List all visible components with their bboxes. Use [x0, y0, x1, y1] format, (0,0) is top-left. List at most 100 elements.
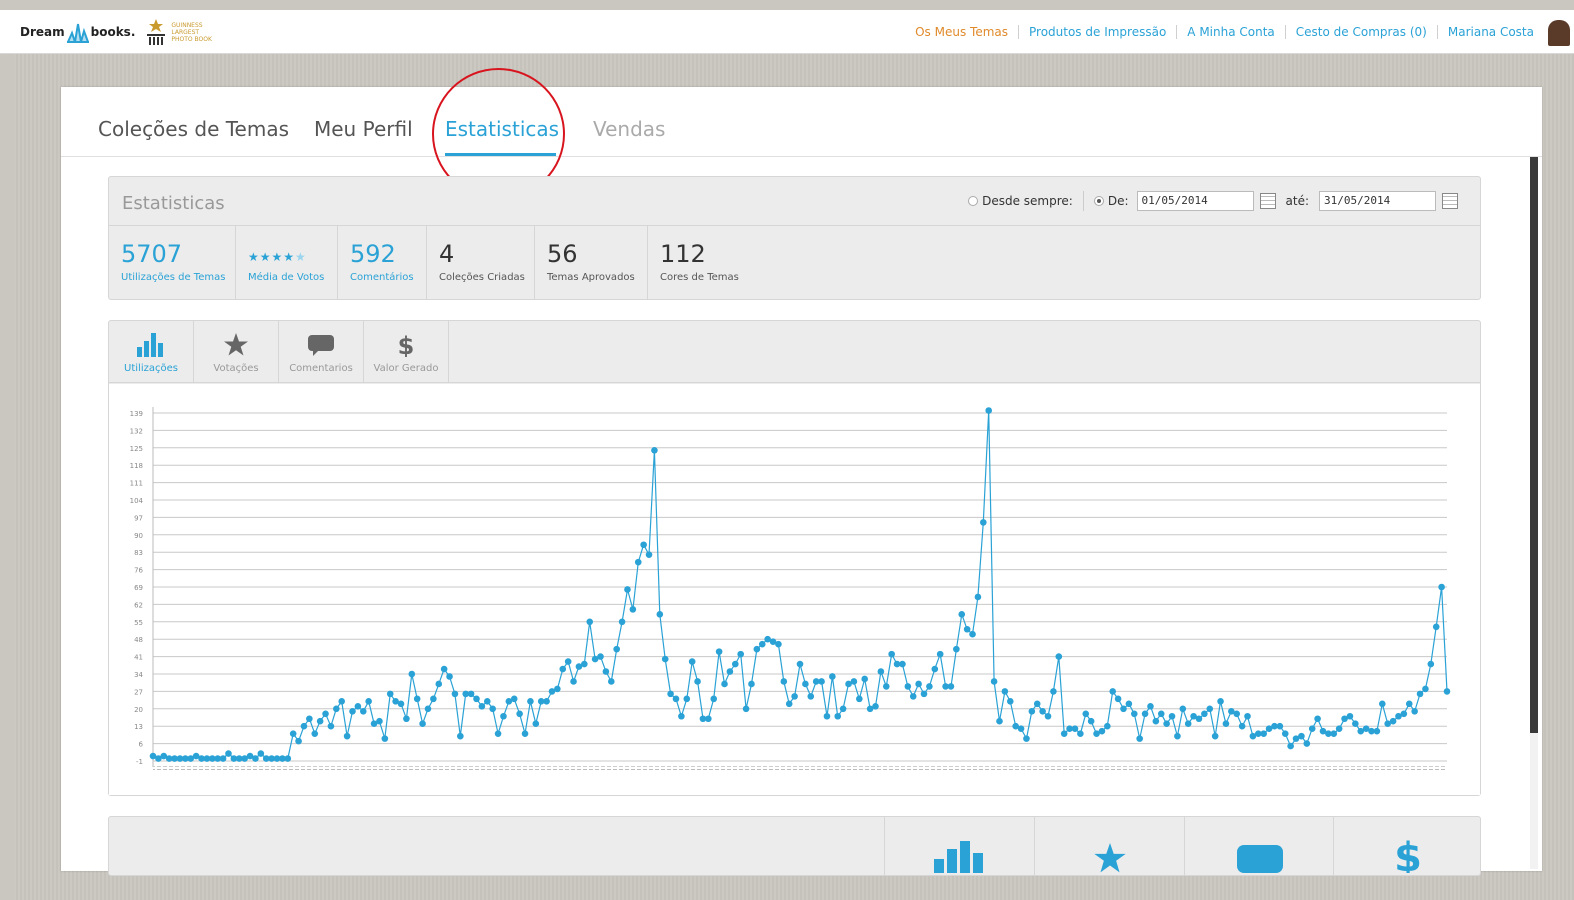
data-point[interactable] — [753, 645, 761, 653]
data-point[interactable] — [1201, 710, 1208, 718]
data-point[interactable] — [1238, 722, 1246, 730]
data-point[interactable] — [386, 690, 394, 698]
from-date-input[interactable]: 01/05/2014 — [1136, 191, 1254, 211]
stat-average-votes[interactable]: ★★★★★ Média de Votos — [236, 226, 338, 300]
data-point[interactable] — [316, 717, 324, 725]
nav-print-products[interactable]: Produtos de Impressão — [1018, 25, 1176, 39]
data-point[interactable] — [1028, 707, 1036, 715]
nav-my-themes[interactable]: Os Meus Temas — [905, 25, 1018, 39]
data-point[interactable] — [791, 693, 798, 700]
data-point[interactable] — [990, 678, 998, 685]
data-point[interactable] — [1050, 688, 1057, 695]
data-point[interactable] — [1222, 720, 1230, 728]
data-point[interactable] — [1017, 725, 1025, 732]
data-point[interactable] — [785, 700, 793, 708]
to-date-input[interactable]: 31/05/2014 — [1319, 191, 1436, 211]
data-point[interactable] — [1157, 710, 1165, 718]
data-point[interactable] — [926, 683, 933, 690]
vertical-scrollbar[interactable] — [1530, 157, 1538, 869]
data-point[interactable] — [613, 645, 620, 653]
data-point[interactable] — [403, 715, 410, 723]
data-point[interactable] — [1039, 707, 1046, 715]
data-point[interactable] — [1438, 583, 1445, 591]
data-point[interactable] — [985, 407, 993, 414]
data-point[interactable] — [343, 732, 351, 740]
data-point[interactable] — [1195, 715, 1203, 723]
data-point[interactable] — [451, 690, 459, 698]
secondary-tab-votes[interactable] — [1034, 817, 1184, 875]
data-point[interactable] — [634, 558, 642, 566]
data-point[interactable] — [651, 446, 658, 454]
data-point[interactable] — [295, 737, 302, 745]
data-point[interactable] — [1055, 653, 1063, 660]
data-point[interactable] — [872, 703, 879, 710]
data-point[interactable] — [974, 593, 982, 601]
data-point[interactable] — [775, 640, 782, 648]
data-point[interactable] — [661, 655, 669, 663]
data-point[interactable] — [413, 695, 421, 703]
data-point[interactable] — [376, 717, 383, 725]
data-point[interactable] — [802, 680, 809, 688]
data-point[interactable] — [1174, 732, 1181, 740]
data-point[interactable] — [877, 668, 885, 675]
data-point[interactable] — [527, 698, 534, 705]
data-point[interactable] — [564, 658, 572, 665]
data-point[interactable] — [823, 712, 831, 720]
data-point[interactable] — [349, 707, 356, 715]
data-point[interactable] — [899, 660, 906, 668]
data-point[interactable] — [306, 715, 313, 723]
data-point[interactable] — [554, 685, 561, 693]
data-point[interactable] — [931, 665, 939, 673]
data-point[interactable] — [953, 645, 960, 653]
data-point[interactable] — [645, 551, 653, 558]
data-point[interactable] — [1006, 698, 1014, 705]
data-point[interactable] — [435, 680, 443, 688]
data-point[interactable] — [1389, 717, 1397, 725]
data-point[interactable] — [1260, 730, 1267, 737]
data-point[interactable] — [624, 586, 631, 593]
data-point[interactable] — [861, 675, 868, 683]
to-calendar-icon[interactable] — [1442, 193, 1458, 209]
data-point[interactable] — [1281, 730, 1289, 737]
stat-theme-uses[interactable]: 5707 Utilizações de Temas — [109, 226, 236, 300]
data-point[interactable] — [758, 640, 766, 648]
nav-cart[interactable]: Cesto de Compras (0) — [1284, 25, 1437, 39]
dreambooks-logo[interactable]: Dream books. GUINNESS LARGEST PHOTO BOOK — [20, 16, 212, 48]
data-point[interactable] — [397, 700, 405, 708]
nav-user-name[interactable]: Mariana Costa — [1436, 25, 1544, 39]
secondary-tab-comments[interactable] — [1184, 817, 1334, 875]
data-point[interactable] — [500, 712, 507, 720]
data-point[interactable] — [850, 678, 858, 685]
data-point[interactable] — [1033, 700, 1041, 708]
data-point[interactable] — [920, 690, 928, 698]
stat-comments[interactable]: 592 Comentários — [338, 226, 427, 300]
data-point[interactable] — [737, 650, 744, 658]
data-point[interactable] — [732, 660, 739, 668]
data-point[interactable] — [818, 678, 825, 685]
data-point[interactable] — [1352, 720, 1359, 728]
data-point[interactable] — [1314, 715, 1321, 723]
tab-theme-collections[interactable]: Coleções de Temas — [98, 117, 289, 141]
data-point[interactable] — [710, 695, 718, 703]
data-point[interactable] — [807, 693, 815, 700]
data-point[interactable] — [440, 665, 448, 673]
data-point[interactable] — [618, 618, 626, 626]
data-point[interactable] — [1335, 725, 1343, 732]
data-point[interactable] — [1287, 742, 1294, 750]
data-point[interactable] — [430, 695, 437, 703]
data-point[interactable] — [225, 750, 232, 757]
data-point[interactable] — [424, 705, 432, 713]
data-point[interactable] — [322, 710, 329, 718]
data-point[interactable] — [1071, 725, 1079, 732]
data-point[interactable] — [1400, 710, 1408, 718]
data-point[interactable] — [726, 668, 734, 675]
data-point[interactable] — [543, 698, 550, 705]
data-point[interactable] — [1179, 705, 1187, 713]
data-point[interactable] — [521, 730, 529, 737]
scrollbar-thumb[interactable] — [1530, 157, 1538, 733]
data-point[interactable] — [467, 690, 475, 698]
data-point[interactable] — [969, 630, 976, 638]
data-point[interactable] — [1136, 735, 1143, 742]
data-point[interactable] — [252, 755, 259, 762]
data-point[interactable] — [333, 705, 340, 713]
